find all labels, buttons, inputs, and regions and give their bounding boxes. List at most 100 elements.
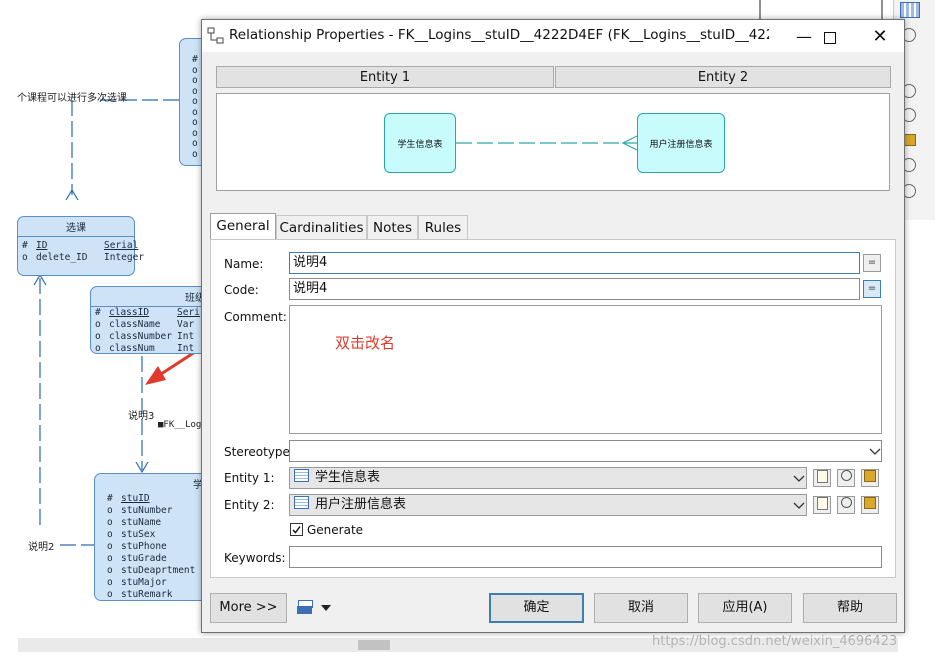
entity-attribute-row[interactable]: # classID Seri xyxy=(91,307,219,319)
entity-attribute-row[interactable]: o classNum Int xyxy=(91,343,219,355)
attribute-mark: o xyxy=(95,319,101,330)
entity-attribute-row[interactable]: o stuDeaprtment xyxy=(103,565,213,577)
cancel-button[interactable]: 取消 xyxy=(594,593,688,623)
ok-button[interactable]: 确定 xyxy=(489,593,584,623)
code-input[interactable]: 说明4 xyxy=(289,278,860,300)
attribute-mark: o xyxy=(107,577,113,588)
attribute-mark: o xyxy=(107,517,113,528)
entity-xuanke[interactable]: 选课 # ID Serial o delete_ID Integer xyxy=(17,216,144,276)
comment-textarea[interactable] xyxy=(289,305,882,434)
close-icon[interactable]: ✕ xyxy=(858,24,902,50)
entity-attribute-row[interactable]: o stuGrade xyxy=(103,553,213,565)
attribute-mark: o xyxy=(107,541,113,552)
attribute-name: stuNumber xyxy=(121,505,173,516)
attribute-name: stuDeaprtment xyxy=(121,565,196,576)
attribute-mark: o xyxy=(107,553,113,564)
attribute-type: Var xyxy=(177,319,195,330)
code-sync-button[interactable]: = xyxy=(863,280,881,298)
entity-xuesheng-title: 学 xyxy=(193,480,203,491)
chevron-down-icon[interactable] xyxy=(793,502,805,510)
attribute-name: stuName xyxy=(121,517,162,528)
attribute-name: stuGrade xyxy=(121,553,167,564)
keywords-input[interactable] xyxy=(289,546,882,568)
entity1-properties-button[interactable] xyxy=(837,469,855,487)
relationship-label-fk[interactable]: ■FK__Log xyxy=(158,420,201,430)
entity-attribute-row[interactable]: o delete_ID Integer xyxy=(18,252,144,264)
relationship-label-shuoming3[interactable]: 说明3 xyxy=(128,407,154,422)
table-icon xyxy=(294,496,309,509)
attribute-mark: o xyxy=(22,252,28,263)
attribute-name: stuPhone xyxy=(121,541,167,552)
entity-attribute-row[interactable]: o stuSex xyxy=(103,529,213,541)
apply-button[interactable]: 应用(A) xyxy=(698,593,792,623)
generate-checkbox[interactable] xyxy=(290,523,303,536)
watermark: https://blog.csdn.net/weixin_4696423 xyxy=(652,634,898,649)
attribute-mark: # xyxy=(107,493,113,504)
entity2-new-button[interactable] xyxy=(813,496,831,514)
relationship-label-shuoming2[interactable]: 说明2 xyxy=(28,538,54,553)
print-dropdown-icon[interactable] xyxy=(321,605,331,611)
attribute-type: Seri xyxy=(177,307,200,318)
attribute-name: classNum xyxy=(109,343,155,354)
attribute-name: stuID xyxy=(121,493,150,504)
entity1-value: 学生信息表 xyxy=(315,470,381,485)
entity1-new-button[interactable] xyxy=(813,469,831,487)
relationship-properties-dialog: Relationship Properties - FK__Logins__st… xyxy=(201,19,905,633)
entity2-select[interactable]: 用户注册信息表 xyxy=(289,494,807,516)
tab-rules[interactable]: Rules xyxy=(418,215,468,239)
comment-label: Comment: xyxy=(224,310,287,324)
tab-notes[interactable]: Notes xyxy=(367,215,418,239)
print-icon[interactable] xyxy=(297,600,313,616)
attribute-name: classNumber xyxy=(109,331,172,342)
help-button[interactable]: 帮助 xyxy=(803,593,897,623)
entity-attribute-row[interactable]: o stuMajor xyxy=(103,577,213,589)
chevron-down-icon[interactable] xyxy=(869,448,881,456)
entity1-select[interactable]: 学生信息表 xyxy=(289,467,807,489)
more-button[interactable]: More >> xyxy=(210,593,287,623)
entity-xuesheng[interactable]: 学 # stuID o stuNumber o stuName o stuSex o stuPho… xyxy=(94,473,214,601)
keywords-label: Keywords: xyxy=(224,551,286,565)
tab-cardinalities[interactable]: Cardinalities xyxy=(276,215,367,239)
entity-xuanke-title: 选课 xyxy=(18,217,134,237)
entity-attribute-row[interactable]: o classNumber Int xyxy=(91,331,219,343)
entity-attribute-row[interactable]: # stuID xyxy=(103,493,213,505)
scrollbar-thumb[interactable] xyxy=(358,640,390,650)
entity2-edit-button[interactable] xyxy=(861,496,879,514)
name-code-sync-button[interactable]: = xyxy=(863,254,881,272)
chevron-down-icon[interactable] xyxy=(793,475,805,483)
comment-annotation: 双击改名 xyxy=(335,334,396,352)
attribute-mark: o xyxy=(107,589,113,600)
entity-attribute-row[interactable]: # ID Serial xyxy=(18,240,138,252)
preview-link xyxy=(456,135,638,151)
entity2-label: Entity 2: xyxy=(224,498,275,512)
attribute-mark: o xyxy=(107,565,113,576)
stereotype-select[interactable] xyxy=(289,440,882,462)
attribute-type: Integer xyxy=(104,252,145,263)
relationship-icon xyxy=(207,27,224,44)
table-icon xyxy=(294,469,309,482)
entity-attribute-row[interactable]: o stuName xyxy=(103,517,213,529)
tab-general[interactable]: General xyxy=(210,213,276,239)
attribute-name: className xyxy=(109,319,161,330)
name-input[interactable]: 说明4 xyxy=(289,252,860,274)
attribute-mark: o xyxy=(107,529,113,540)
preview-entity2[interactable]: 用户注册信息表 xyxy=(637,113,725,173)
entity1-edit-button[interactable] xyxy=(861,469,879,487)
entity-attribute-row[interactable]: o stuNumber xyxy=(103,505,213,517)
generate-label[interactable]: Generate xyxy=(307,523,363,537)
attribute-mark: # xyxy=(22,240,28,251)
attribute-type: Int xyxy=(177,331,195,342)
name-label: Name: xyxy=(224,257,264,271)
attribute-mark: o xyxy=(107,505,113,516)
entity-attribute-row[interactable]: o stuRemark xyxy=(103,589,213,601)
attribute-name: stuMajor xyxy=(121,577,167,588)
grid-icon[interactable] xyxy=(900,2,920,18)
entity2-properties-button[interactable] xyxy=(837,496,855,514)
entity-attribute-row[interactable]: o stuPhone xyxy=(103,541,213,553)
dialog-titlebar[interactable]: Relationship Properties - FK__Logins__st… xyxy=(202,20,904,52)
entity2-header[interactable]: Entity 2 xyxy=(555,66,891,88)
checkmark-icon xyxy=(292,526,301,534)
entity-attribute-row[interactable]: o className Var xyxy=(91,319,219,331)
maximize-icon[interactable] xyxy=(808,24,852,50)
entity1-header[interactable]: Entity 1 xyxy=(216,66,554,88)
